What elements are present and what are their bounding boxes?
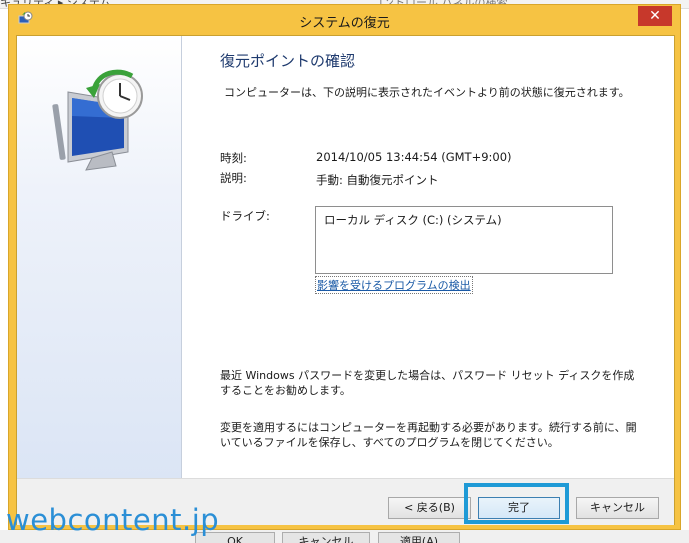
back-button[interactable]: < 戻る(B)	[388, 497, 471, 519]
cancel-button[interactable]: キャンセル	[576, 497, 659, 519]
finish-button-highlight	[464, 483, 569, 524]
watermark: webcontent.jp	[6, 503, 220, 537]
time-label: 時刻:	[220, 151, 247, 165]
title-bar[interactable]: システムの復元 ✕	[9, 5, 680, 35]
restart-note: 変更を適用するにはコンピューターを再起動する必要があります。続行する前に、開いて…	[220, 421, 637, 449]
drive-list[interactable]: ローカル ディスク (C:) (システム)	[315, 206, 613, 274]
password-reset-note: 最近 Windows パスワードを変更した場合は、パスワード リセット ディスク…	[220, 369, 635, 397]
scan-affected-programs-link[interactable]: 影響を受けるプログラムの検出	[315, 276, 473, 294]
wizard-content: 復元ポイントの確認 コンピューターは、下の説明に表示されたイベントより前の状態に…	[182, 36, 674, 478]
system-restore-illustration-icon	[52, 69, 143, 171]
wizard-side-panel	[17, 36, 182, 478]
description-value: 手動: 自動復元ポイント	[316, 173, 439, 187]
background-cancel-button: キャンセル	[282, 532, 370, 543]
page-title: 復元ポイントの確認	[220, 52, 356, 70]
description-label: 説明:	[220, 171, 247, 185]
dialog-title: システムの復元	[299, 16, 390, 31]
system-restore-dialog: システムの復元 ✕ 復元ポイントの確認 コンピューターは、下の説明に表示されたイ…	[8, 4, 681, 530]
time-value: 2014/10/05 13:44:54 (GMT+9:00)	[316, 150, 512, 164]
page-description: コンピューターは、下の説明に表示されたイベントより前の状態に復元されます。	[224, 86, 630, 99]
close-button[interactable]: ✕	[638, 6, 672, 26]
background-apply-button: 適用(A)	[378, 532, 460, 543]
drive-list-item[interactable]: ローカル ディスク (C:) (システム)	[324, 212, 502, 228]
drive-label: ドライブ:	[220, 209, 270, 223]
dialog-client-area: 復元ポイントの確認 コンピューターは、下の説明に表示されたイベントより前の状態に…	[16, 35, 675, 525]
